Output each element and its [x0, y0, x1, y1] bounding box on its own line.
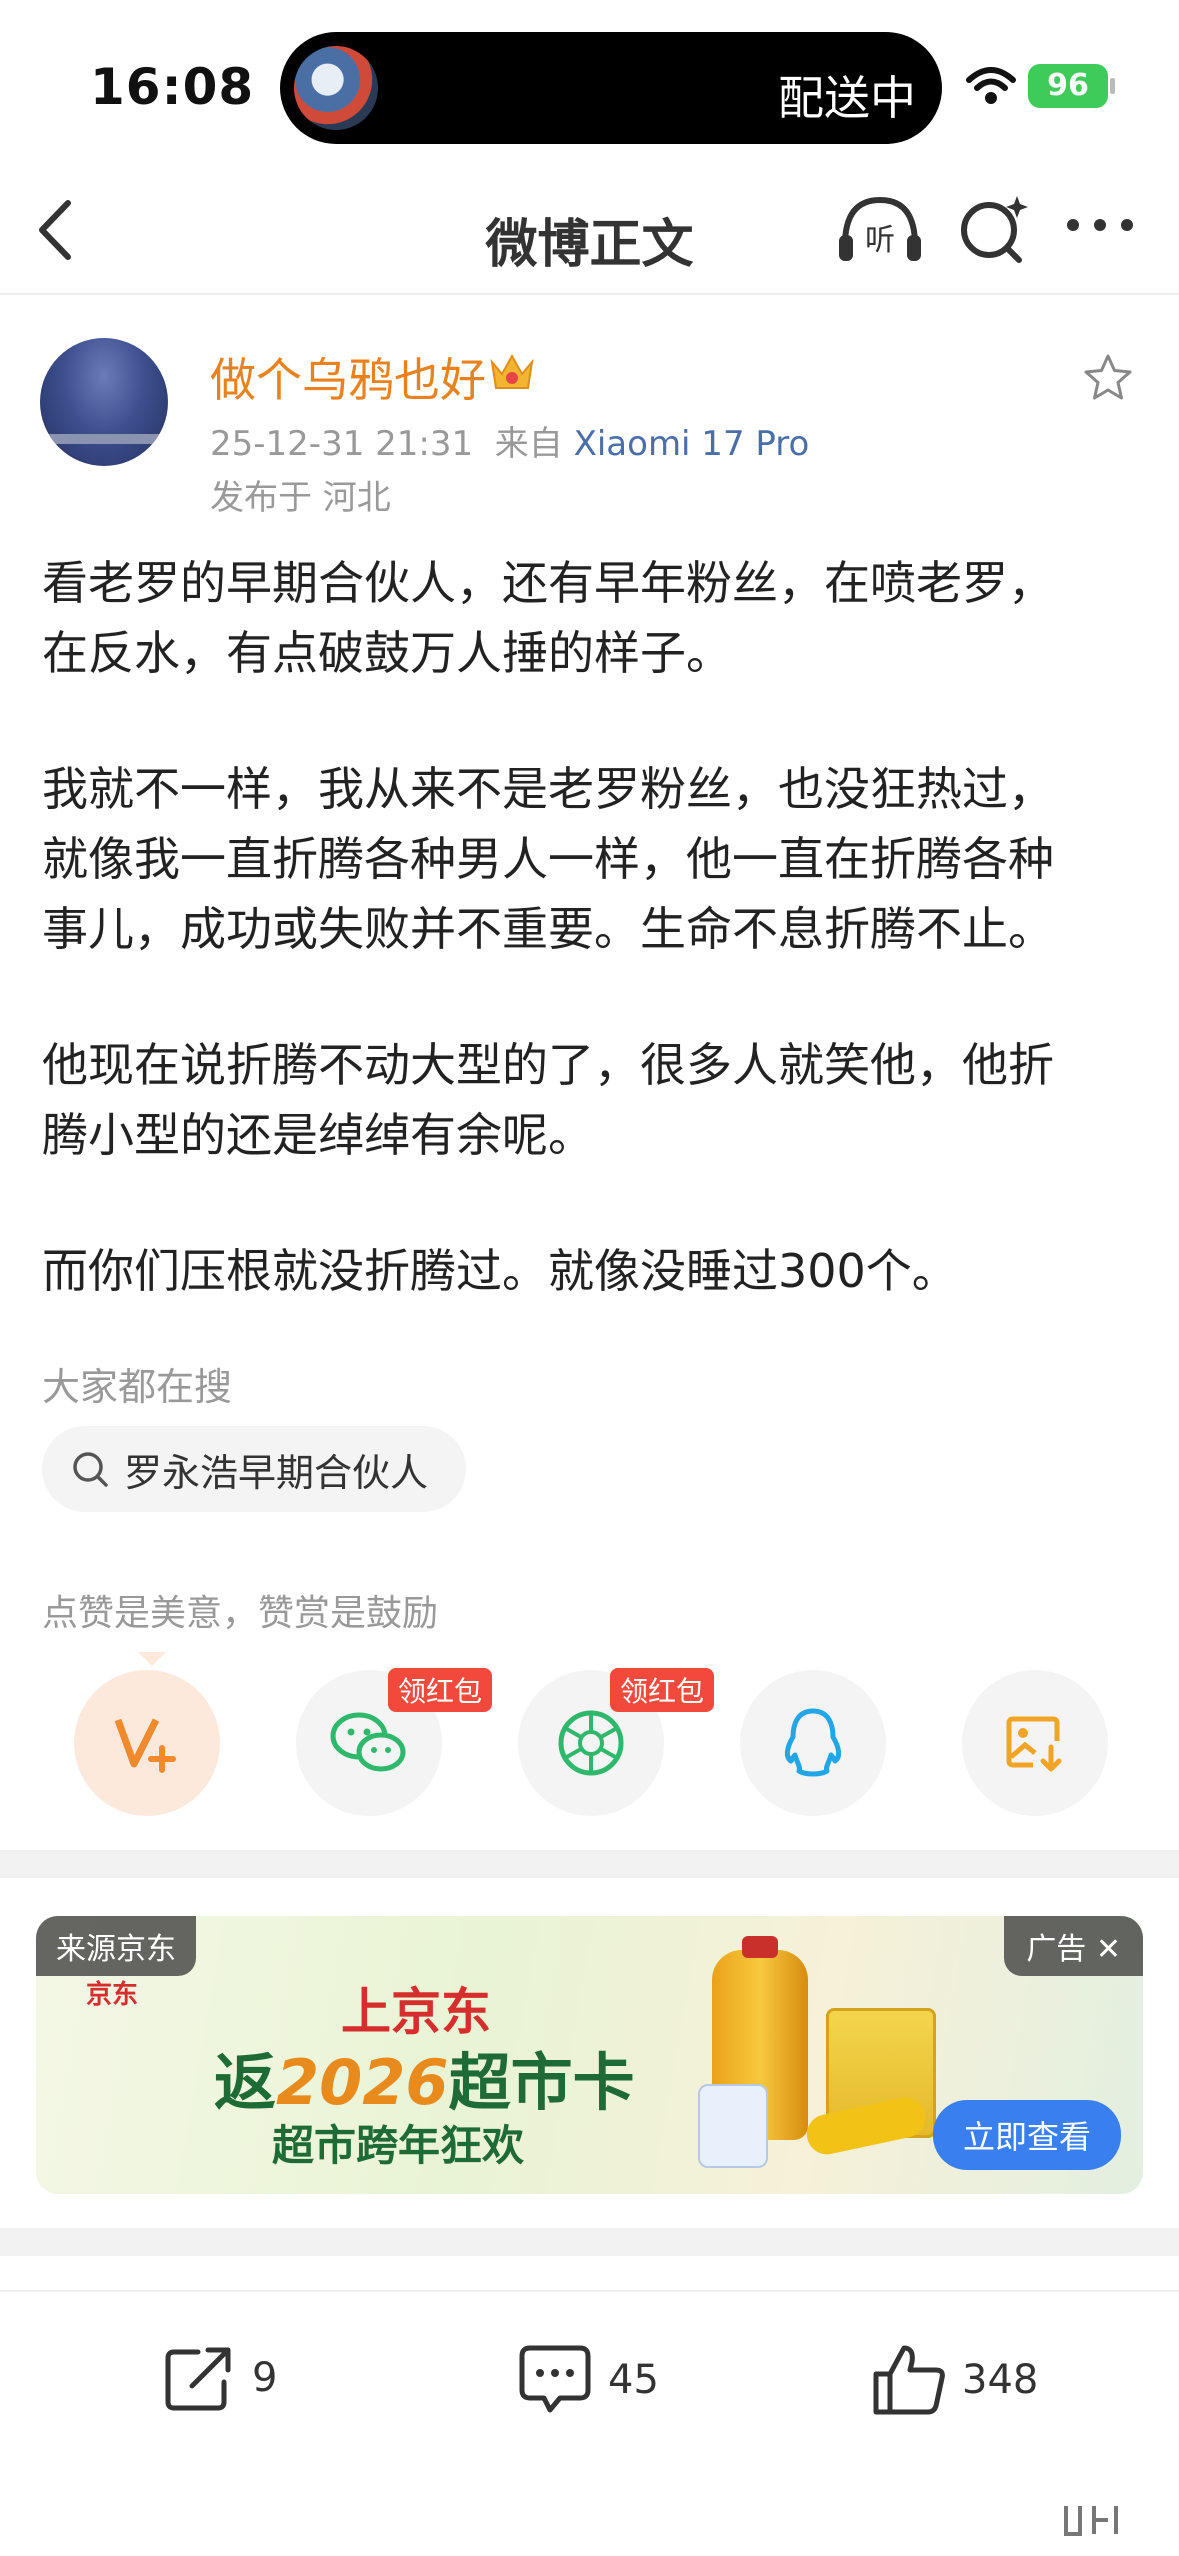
repost-icon [165, 2347, 231, 2411]
post-paragraph: 我就不一样，我从来不是老罗粉丝，也没狂热过， 就像我一直折腾各种男人一样，他一直… [42, 754, 1142, 964]
battery-tip [1110, 78, 1115, 94]
section-divider [0, 2228, 1179, 2256]
battery-level: 96 [1047, 68, 1089, 103]
comment-button[interactable]: 45 [516, 2342, 659, 2418]
post-body: 看老罗的早期合伙人，还有早年粉丝，在喷老罗， 在反水，有点破鼓万人捶的样子。 我… [42, 548, 1142, 1372]
search-icon [73, 1452, 108, 1487]
like-count: 348 [962, 2357, 1039, 2403]
post-line: 在反水，有点破鼓万人捶的样子。 [42, 626, 732, 680]
v-plus-icon [114, 1718, 176, 1773]
live-activity-text: 配送中 [778, 71, 916, 125]
favorite-star-icon[interactable] [1082, 352, 1134, 404]
ad-offer: 返2026超市卡 [214, 2032, 635, 2122]
trending-search-chip[interactable]: 罗永浩早期合伙人 [42, 1426, 467, 1512]
ad-view-now-button[interactable]: 立即查看 [932, 2100, 1121, 2170]
wifi-icon [966, 67, 1016, 104]
moments-icon [558, 1710, 624, 1776]
trending-search-text: 罗永浩早期合伙人 [124, 1450, 429, 1495]
watermark-icon [1064, 2506, 1118, 2536]
post-line: 就像我一直折腾各种男人一样，他一直在折腾各种 [42, 832, 1054, 886]
post-paragraph: 他现在说折腾不动大型的了，很多人就笑他，他折 腾小型的还是绰绰有余呢。 [42, 1030, 1142, 1170]
bottom-action-bar: 9 45 348 [0, 2290, 1179, 2480]
avatar[interactable] [40, 338, 168, 466]
post-paragraph: 看老罗的早期合伙人，还有早年粉丝，在喷老罗， 在反水，有点破鼓万人捶的样子。 [42, 548, 1142, 688]
share-qq-button[interactable] [740, 1670, 886, 1816]
comment-icon [519, 2345, 591, 2413]
share-moments-button[interactable]: 领红包 [518, 1668, 715, 1816]
ad-offer-suffix: 超市卡 [448, 2046, 635, 2119]
device-link[interactable]: Xiaomi 17 Pro [574, 424, 810, 464]
reward-hint: 点赞是美意，赞赏是鼓励 [42, 1593, 439, 1634]
nav-bar: 微博正文 听 [0, 160, 1179, 295]
post-meta: 25-12-31 21:31 来自 Xiaomi 17 Pro [210, 416, 809, 465]
ad-offer-prefix: 返 [214, 2046, 277, 2119]
ad-milk-image [698, 2084, 768, 2168]
post-timestamp: 25-12-31 21:31 [210, 424, 474, 464]
qq-icon [784, 1708, 842, 1777]
listen-label: 听 [865, 223, 895, 258]
author-name[interactable]: 做个乌鸦也好 [210, 344, 486, 410]
share-row: 领红包 领红包 [74, 1668, 1114, 1816]
section-divider [0, 1850, 1179, 1878]
search-icon[interactable] [955, 190, 1035, 270]
ad-subline: 超市跨年狂欢 [272, 2121, 525, 2170]
hint-pointer [138, 1652, 166, 1666]
post-line: 事儿，成功或失败并不重要。生命不息折腾不止。 [42, 902, 1054, 956]
status-bar: 16:08 配送中 96 [0, 0, 1179, 150]
repost-button[interactable]: 9 [162, 2342, 277, 2414]
save-image-icon [1006, 1716, 1062, 1772]
more-icon[interactable] [1065, 215, 1135, 235]
red-packet-badge: 领红包 [388, 1668, 493, 1712]
post-line: 我就不一样，我从来不是老罗粉丝，也没狂热过， [42, 762, 1054, 816]
delivery-app-icon [294, 46, 378, 130]
red-packet-badge: 领红包 [610, 1668, 715, 1712]
post-line: 而你们压根就没折腾过。就像没睡过300个。 [42, 1244, 958, 1298]
close-icon: ✕ [1095, 1932, 1121, 1967]
repost-count: 9 [252, 2355, 278, 2401]
post-line: 他现在说折腾不动大型的了，很多人就笑他，他折 [42, 1038, 1054, 1092]
reward-vplus-button[interactable] [74, 1670, 220, 1816]
ad-banner[interactable]: 京东 上京东 返2026超市卡 超市跨年狂欢 来源京东 广告 ✕ 立即查看 [36, 1916, 1143, 2194]
ad-offer-year: 2026 [276, 2046, 449, 2119]
trending-search-label: 大家都在搜 [42, 1365, 233, 1409]
share-wechat-button[interactable]: 领红包 [296, 1668, 493, 1816]
ad-tag-label: 广告 [1026, 1932, 1087, 1967]
battery-indicator: 96 [1028, 64, 1108, 108]
post-paragraph: 而你们压根就没折腾过。就像没睡过300个。 [42, 1236, 1142, 1306]
like-button[interactable]: 348 [870, 2342, 1038, 2418]
save-image-button[interactable] [962, 1670, 1108, 1816]
post-line: 腾小型的还是绰绰有余呢。 [42, 1108, 594, 1162]
post-location: 发布于 河北 [210, 478, 391, 518]
ad-close-button[interactable]: 广告 ✕ [1004, 1916, 1143, 1976]
ad-source-label: 来源京东 [36, 1916, 196, 1976]
listen-icon[interactable]: 听 [835, 190, 925, 270]
post-line: 看老罗的早期合伙人，还有早年粉丝，在喷老罗， [42, 556, 1054, 610]
source-prefix: 来自 [494, 424, 563, 464]
comment-count: 45 [608, 2357, 659, 2403]
wechat-icon [330, 1712, 406, 1772]
thumbs-up-icon [873, 2345, 945, 2415]
dynamic-island[interactable]: 配送中 [280, 32, 942, 144]
ad-brand-logo: 京东 [86, 1980, 139, 2010]
crown-badge-icon [490, 353, 534, 389]
status-time: 16:08 [90, 58, 255, 116]
